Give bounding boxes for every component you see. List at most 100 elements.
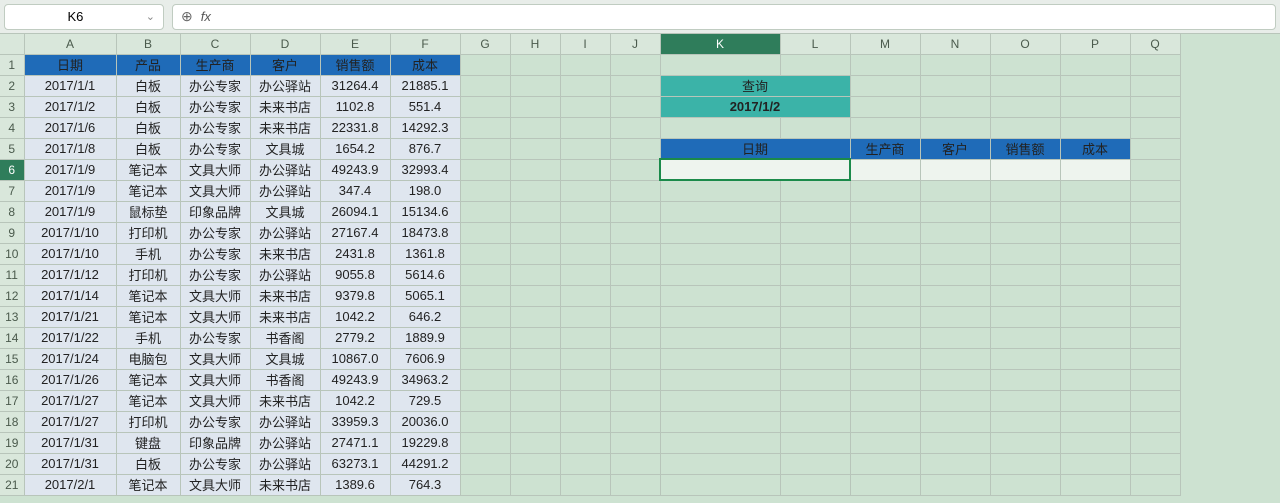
cell-E18[interactable]: 33959.3 xyxy=(320,411,390,432)
cell-A19[interactable]: 2017/1/31 xyxy=(24,432,116,453)
cell-H12[interactable] xyxy=(510,285,560,306)
cell-H16[interactable] xyxy=(510,369,560,390)
cell-F4[interactable]: 14292.3 xyxy=(390,117,460,138)
cell-A12[interactable]: 2017/1/14 xyxy=(24,285,116,306)
cell-E4[interactable]: 22331.8 xyxy=(320,117,390,138)
cell-F14[interactable]: 1889.9 xyxy=(390,327,460,348)
cell-M19[interactable] xyxy=(850,432,920,453)
query-header-5[interactable]: 成本 xyxy=(1060,138,1130,159)
col-header-I[interactable]: I xyxy=(560,34,610,54)
cell-A4[interactable]: 2017/1/6 xyxy=(24,117,116,138)
cell-D7[interactable]: 办公驿站 xyxy=(250,180,320,201)
cell-H6[interactable] xyxy=(510,159,560,180)
cell-E14[interactable]: 2779.2 xyxy=(320,327,390,348)
cell-K1[interactable] xyxy=(660,54,780,75)
row-header-17[interactable]: 17 xyxy=(0,390,24,411)
cell-P6[interactable] xyxy=(1060,159,1130,180)
cell-A10[interactable]: 2017/1/10 xyxy=(24,243,116,264)
row-header-2[interactable]: 2 xyxy=(0,75,24,96)
cell-I3[interactable] xyxy=(560,96,610,117)
expand-formula-icon[interactable]: ⊕ xyxy=(181,8,193,25)
cell-Q6[interactable] xyxy=(1130,159,1180,180)
row-header-12[interactable]: 12 xyxy=(0,285,24,306)
cell-E20[interactable]: 63273.1 xyxy=(320,453,390,474)
cell-G2[interactable] xyxy=(460,75,510,96)
cell-C4[interactable]: 办公专家 xyxy=(180,117,250,138)
cell-E17[interactable]: 1042.2 xyxy=(320,390,390,411)
cell-L12[interactable] xyxy=(780,285,850,306)
cell-Q21[interactable] xyxy=(1130,474,1180,495)
cell-I17[interactable] xyxy=(560,390,610,411)
cell-N18[interactable] xyxy=(920,411,990,432)
cell-C7[interactable]: 文具大师 xyxy=(180,180,250,201)
cell-O4[interactable] xyxy=(990,117,1060,138)
cell-J10[interactable] xyxy=(610,243,660,264)
cell-K20[interactable] xyxy=(660,453,780,474)
cell-D10[interactable]: 未来书店 xyxy=(250,243,320,264)
cell-E3[interactable]: 1102.8 xyxy=(320,96,390,117)
col-header-G[interactable]: G xyxy=(460,34,510,54)
cell-N9[interactable] xyxy=(920,222,990,243)
cell-G19[interactable] xyxy=(460,432,510,453)
cell-C2[interactable]: 办公专家 xyxy=(180,75,250,96)
cell-J5[interactable] xyxy=(610,138,660,159)
cell-O14[interactable] xyxy=(990,327,1060,348)
col-header-P[interactable]: P xyxy=(1060,34,1130,54)
cell-J9[interactable] xyxy=(610,222,660,243)
cell-A11[interactable]: 2017/1/12 xyxy=(24,264,116,285)
cell-K16[interactable] xyxy=(660,369,780,390)
cell-H18[interactable] xyxy=(510,411,560,432)
cell-G16[interactable] xyxy=(460,369,510,390)
cell-I5[interactable] xyxy=(560,138,610,159)
row-header-16[interactable]: 16 xyxy=(0,369,24,390)
cell-N8[interactable] xyxy=(920,201,990,222)
cell-N11[interactable] xyxy=(920,264,990,285)
cell-M11[interactable] xyxy=(850,264,920,285)
cell-Q16[interactable] xyxy=(1130,369,1180,390)
cell-L1[interactable] xyxy=(780,54,850,75)
cell-B17[interactable]: 笔记本 xyxy=(116,390,180,411)
row-header-15[interactable]: 15 xyxy=(0,348,24,369)
cell-G9[interactable] xyxy=(460,222,510,243)
col-header-O[interactable]: O xyxy=(990,34,1060,54)
row-header-14[interactable]: 14 xyxy=(0,327,24,348)
cell-M20[interactable] xyxy=(850,453,920,474)
cell-E21[interactable]: 1389.6 xyxy=(320,474,390,495)
cell-P9[interactable] xyxy=(1060,222,1130,243)
cell-D6[interactable]: 办公驿站 xyxy=(250,159,320,180)
col-header-C[interactable]: C xyxy=(180,34,250,54)
cell-M3[interactable] xyxy=(850,96,920,117)
cell-L16[interactable] xyxy=(780,369,850,390)
cell-C11[interactable]: 办公专家 xyxy=(180,264,250,285)
cell-N14[interactable] xyxy=(920,327,990,348)
cell-D13[interactable]: 未来书店 xyxy=(250,306,320,327)
cell-C9[interactable]: 办公专家 xyxy=(180,222,250,243)
cell-B19[interactable]: 键盘 xyxy=(116,432,180,453)
cell-J2[interactable] xyxy=(610,75,660,96)
cell-J20[interactable] xyxy=(610,453,660,474)
cell-M21[interactable] xyxy=(850,474,920,495)
cell-B21[interactable]: 笔记本 xyxy=(116,474,180,495)
cell-G14[interactable] xyxy=(460,327,510,348)
cell-Q20[interactable] xyxy=(1130,453,1180,474)
cell-N16[interactable] xyxy=(920,369,990,390)
cell-O9[interactable] xyxy=(990,222,1060,243)
cell-H1[interactable] xyxy=(510,54,560,75)
cell-F6[interactable]: 32993.4 xyxy=(390,159,460,180)
cell-C18[interactable]: 办公专家 xyxy=(180,411,250,432)
col-header-D[interactable]: D xyxy=(250,34,320,54)
row-header-3[interactable]: 3 xyxy=(0,96,24,117)
cell-K21[interactable] xyxy=(660,474,780,495)
fx-label[interactable]: fx xyxy=(201,9,211,24)
cell-K15[interactable] xyxy=(660,348,780,369)
cell-N19[interactable] xyxy=(920,432,990,453)
cell-O10[interactable] xyxy=(990,243,1060,264)
cell-J15[interactable] xyxy=(610,348,660,369)
cell-I7[interactable] xyxy=(560,180,610,201)
cell-G17[interactable] xyxy=(460,390,510,411)
cell-C15[interactable]: 文具大师 xyxy=(180,348,250,369)
row-header-20[interactable]: 20 xyxy=(0,453,24,474)
cell-D2[interactable]: 办公驿站 xyxy=(250,75,320,96)
cell-G18[interactable] xyxy=(460,411,510,432)
cell-D21[interactable]: 未来书店 xyxy=(250,474,320,495)
